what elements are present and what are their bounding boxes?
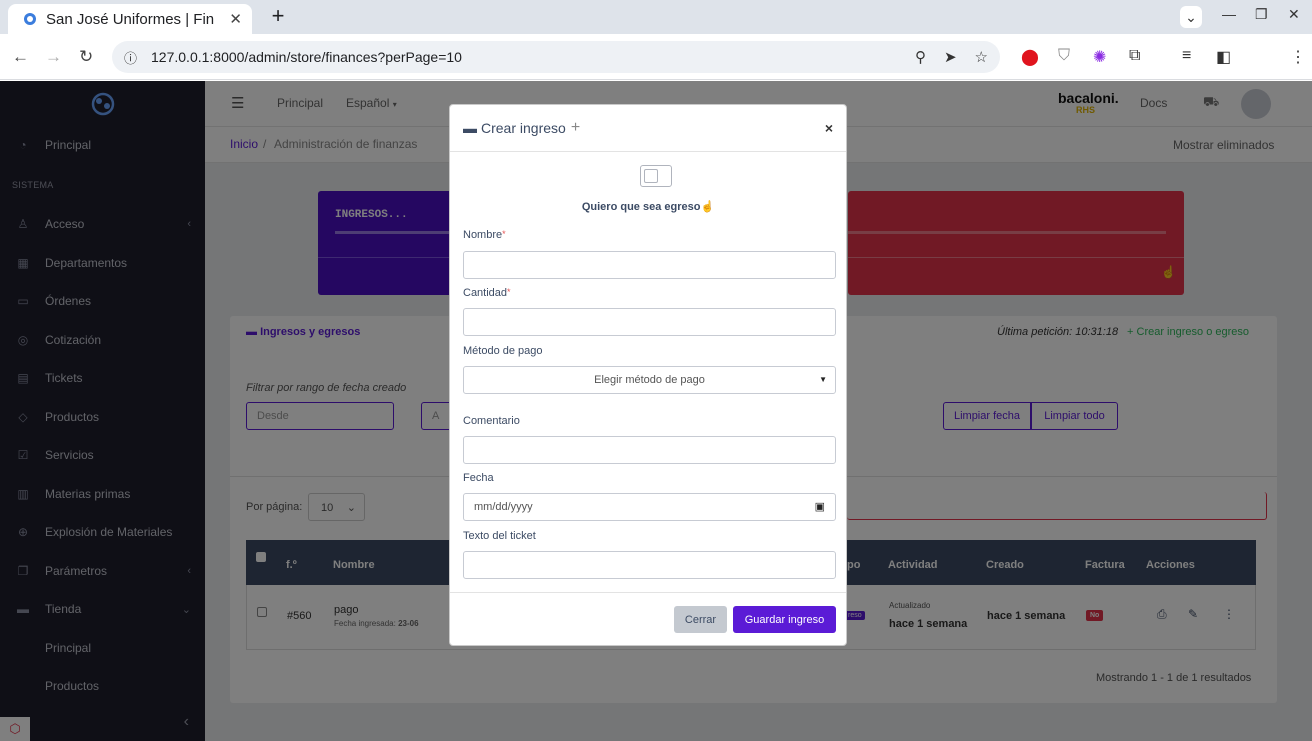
ticket-label: Texto del ticket — [463, 530, 536, 542]
toggle-label-text: Quiero que sea egreso — [581, 201, 701, 213]
minimize-icon[interactable]: — — [1222, 6, 1236, 22]
window-close-icon[interactable]: ✕ — [1288, 6, 1300, 23]
modal-close-button[interactable]: × — [825, 120, 833, 136]
modal-title: Crear ingreso — [481, 120, 566, 136]
browser-tabbar: San José Uniformes | Fin ✕ + ⌄ — ❐ ✕ — [0, 0, 1312, 34]
comentario-input[interactable] — [463, 436, 836, 464]
address-bar[interactable]: ⓘ 127.0.0.1:8000/admin/store/finances?pe… — [112, 41, 1000, 73]
hand-pointer-icon: ☝ — [700, 201, 715, 213]
toggle-label: Quiero que sea egreso☝ — [450, 200, 846, 213]
zoom-icon[interactable]: ⚲ — [915, 48, 926, 66]
cantidad-input[interactable] — [463, 308, 836, 336]
nombre-label-text: Nombre — [463, 229, 503, 241]
create-income-modal: ▬ Crear ingreso + × Quiero que sea egres… — [449, 104, 847, 646]
tab-search-icon[interactable]: ⌄ — [1180, 6, 1202, 28]
send-icon[interactable]: ➤ — [944, 48, 957, 66]
shield-ext-icon[interactable]: ⛉ — [1058, 47, 1070, 65]
browser-menu-icon[interactable]: ⋮ — [1290, 47, 1306, 67]
calendar-icon[interactable]: ▣ — [815, 500, 825, 513]
required-mark: * — [502, 229, 506, 239]
flower-ext-icon[interactable]: ✺ — [1093, 47, 1106, 67]
tab-close-icon[interactable]: ✕ — [229, 10, 242, 28]
payment-method-select[interactable]: Elegir método de pago ▼ — [463, 366, 836, 394]
browser-toolbar: ← → ↻ ⓘ 127.0.0.1:8000/admin/store/finan… — [0, 34, 1312, 100]
cantidad-label-text: Cantidad — [463, 287, 508, 299]
payment-method-placeholder: Elegir método de pago — [594, 374, 705, 386]
new-tab-button[interactable]: + — [264, 5, 292, 29]
tab-title: San José Uniformes | Fin — [46, 10, 215, 28]
cantidad-label: Cantidad* — [463, 287, 511, 299]
site-info-icon[interactable]: ⓘ — [124, 48, 137, 67]
egreso-toggle[interactable] — [640, 165, 672, 187]
url-text: 127.0.0.1:8000/admin/store/finances?perP… — [151, 49, 462, 65]
side-panel-icon[interactable]: ◧ — [1216, 47, 1231, 67]
site-favicon-icon — [22, 11, 38, 27]
ticket-input[interactable] — [463, 551, 836, 579]
caret-down-icon: ▼ — [819, 375, 827, 384]
store-icon: ▬ — [463, 120, 477, 136]
fecha-placeholder: mm/dd/yyyy — [474, 501, 533, 513]
cancel-button[interactable]: Cerrar — [674, 606, 727, 633]
media-icon[interactable]: ≡ — [1182, 47, 1191, 65]
toggle-knob — [644, 169, 658, 183]
modal-header: ▬ Crear ingreso + × — [450, 105, 846, 152]
back-icon[interactable]: ← — [12, 47, 29, 67]
save-button[interactable]: Guardar ingreso — [733, 606, 836, 633]
opera-ext-icon[interactable]: ⬤ — [1021, 47, 1039, 67]
reload-icon[interactable]: ↻ — [79, 47, 93, 67]
metodo-label: Método de pago — [463, 345, 543, 357]
required-mark: * — [507, 287, 511, 297]
comentario-label: Comentario — [463, 415, 520, 427]
fecha-input[interactable]: mm/dd/yyyy ▣ — [463, 493, 836, 521]
bookmark-star-icon[interactable]: ☆ — [975, 48, 988, 66]
forward-icon[interactable]: → — [45, 47, 62, 67]
restore-icon[interactable]: ❐ — [1255, 6, 1268, 23]
modal-footer: Cerrar Guardar ingreso — [450, 592, 846, 646]
browser-tab[interactable]: San José Uniformes | Fin ✕ — [8, 4, 252, 34]
nombre-input[interactable] — [463, 251, 836, 279]
extensions-icon[interactable]: ⧉ — [1129, 47, 1140, 65]
plus-icon: + — [570, 119, 581, 136]
nombre-label: Nombre* — [463, 229, 506, 241]
fecha-label: Fecha — [463, 472, 494, 484]
